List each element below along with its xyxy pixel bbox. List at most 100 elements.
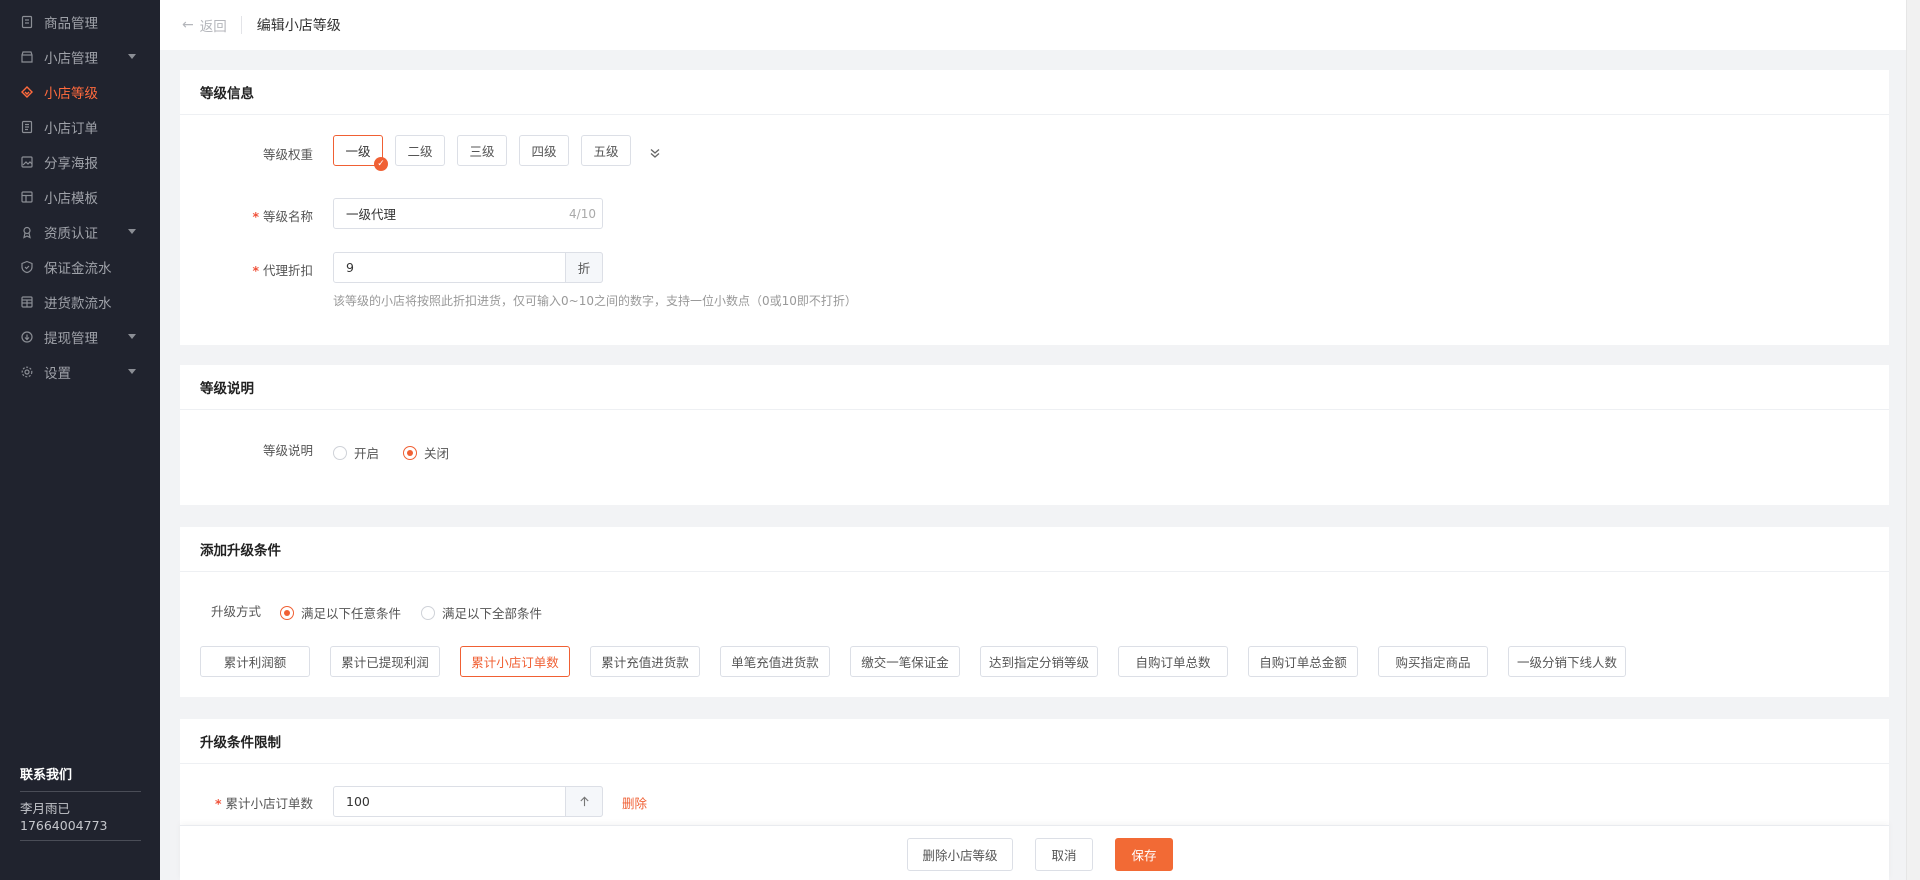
level-option-label: 四级 [531,144,557,159]
discount-input[interactable]: 9 折 [333,252,603,283]
back-button[interactable]: ← 返回 [160,16,242,35]
sidebar-item-label: 商品管理 [44,15,98,32]
condition-button[interactable]: 累计已提现利润 [330,646,440,677]
condition-label: 单笔充值进货款 [731,655,819,670]
certification-icon [20,225,34,239]
button-label: 删除小店等级 [922,848,998,863]
level-option-label: 二级 [407,144,433,159]
limit-label-text: 累计小店订单数 [225,796,313,811]
condition-label: 缴交一笔保证金 [861,655,949,670]
condition-label: 累计小店订单数 [471,655,559,670]
limit-value-input[interactable]: 100 [333,786,603,817]
sidebar-item-label: 小店订单 [44,120,98,137]
page-title: 编辑小店等级 [256,18,341,34]
gear-icon [20,365,34,379]
action-footer: 删除小店等级 取消 保存 [180,825,1889,880]
condition-button[interactable]: 累计充值进货款 [590,646,700,677]
radio-dot [403,445,417,460]
condition-button[interactable]: 自购订单总金额 [1248,646,1358,677]
condition-button[interactable]: 累计利润额 [200,646,310,677]
desc-open-radio[interactable]: 开启 [333,443,379,462]
condition-button[interactable]: 一级分销下线人数 [1508,646,1626,677]
arrow-up-icon[interactable] [565,786,603,817]
condition-button[interactable]: 缴交一笔保证金 [850,646,960,677]
method-all-radio[interactable]: 满足以下全部条件 [421,603,542,622]
check-icon: ✓ [374,157,388,171]
sidebar-item-withdraw[interactable]: 提现管理 [0,319,160,354]
condition-button[interactable]: 单笔充值进货款 [720,646,830,677]
level-option-5[interactable]: 五级 [581,135,631,166]
radio-label: 满足以下全部条件 [442,606,543,621]
condition-label: 自购订单总数 [1135,655,1211,670]
sidebar-item-share-poster[interactable]: 分享海报 [0,144,160,179]
level-option-2[interactable]: 二级 [395,135,445,166]
weight-label: 等级权重 [180,144,313,163]
limit-value: 100 [346,794,370,809]
expand-more-icon[interactable] [648,146,662,160]
sidebar-item-label: 小店等级 [44,85,98,102]
sidebar-item-label: 小店管理 [44,50,98,67]
radio-label: 开启 [354,446,380,461]
sidebar-item-label: 进货款流水 [44,295,112,312]
button-label: 取消 [1051,848,1077,863]
sidebar-item-deposit-flow[interactable]: 保证金流水 [0,249,160,284]
name-label-text: 等级名称 [262,209,313,224]
delete-level-button[interactable]: 删除小店等级 [907,838,1013,871]
condition-label: 达到指定分销等级 [988,655,1089,670]
scrollbar[interactable] [1906,0,1920,880]
radio-dot [333,445,347,460]
poster-icon [20,155,34,169]
discount-value: 9 [346,260,354,275]
radio-dot [280,605,294,620]
sidebar-item-label: 分享海报 [44,155,98,172]
discount-label-text: 代理折扣 [262,263,313,278]
contact-phone: 17664004773 [20,818,108,833]
template-icon [20,190,34,204]
sidebar-item-settings[interactable]: 设置 [0,354,160,389]
sidebar-item-purchase-flow[interactable]: 进货款流水 [0,284,160,319]
discount-label: * 代理折扣 [180,260,313,279]
button-label: 保存 [1131,848,1157,863]
condition-label: 累计利润额 [223,655,287,670]
condition-label: 自购订单总金额 [1259,655,1347,670]
delete-condition-link[interactable]: 删除 [622,793,647,812]
sidebar-item-shop-management[interactable]: 小店管理 [0,39,160,74]
shop-icon [20,50,34,64]
required-mark: * [252,263,259,278]
sidebar-item-label: 小店模板 [44,190,98,207]
chevron-down-icon [128,369,136,374]
method-any-radio[interactable]: 满足以下任意条件 [280,603,401,622]
sidebar-item-shop-orders[interactable]: 小店订单 [0,109,160,144]
condition-label: 一级分销下线人数 [1516,655,1617,670]
save-button[interactable]: 保存 [1115,838,1173,871]
discount-unit: 折 [565,252,603,283]
withdraw-icon [20,330,34,344]
chevron-down-icon [128,334,136,339]
level-name-input[interactable]: 一级代理 4/10 [333,198,603,229]
sidebar-item-shop-level[interactable]: 小店等级 [0,74,160,109]
sidebar-item-shop-template[interactable]: 小店模板 [0,179,160,214]
cancel-button[interactable]: 取消 [1035,838,1093,871]
chevron-down-icon [128,54,136,59]
level-option-1[interactable]: 一级 ✓ [333,135,388,171]
condition-button[interactable]: 累计小店订单数 [460,646,570,677]
level-icon [20,85,34,99]
section-title: 等级信息 [180,70,1889,115]
level-option-3[interactable]: 三级 [457,135,507,166]
condition-button[interactable]: 自购订单总数 [1118,646,1228,677]
desc-label-text: 等级说明 [262,443,313,458]
sidebar-item-products[interactable]: 商品管理 [0,4,160,39]
char-count: 4/10 [569,206,596,221]
sidebar-item-certification[interactable]: 资质认证 [0,214,160,249]
sidebar-item-label: 保证金流水 [44,260,112,277]
contact-title: 联系我们 [20,764,141,792]
level-option-4[interactable]: 四级 [519,135,569,166]
sidebar-item-label: 设置 [44,365,71,382]
condition-button[interactable]: 购买指定商品 [1378,646,1488,677]
condition-button[interactable]: 达到指定分销等级 [980,646,1098,677]
level-option-label: 三级 [469,144,495,159]
level-option-label: 五级 [593,144,619,159]
desc-close-radio[interactable]: 关闭 [403,443,449,462]
contact-block: 联系我们 李月雨已 17664004773 [20,764,141,841]
shield-icon [20,260,34,274]
